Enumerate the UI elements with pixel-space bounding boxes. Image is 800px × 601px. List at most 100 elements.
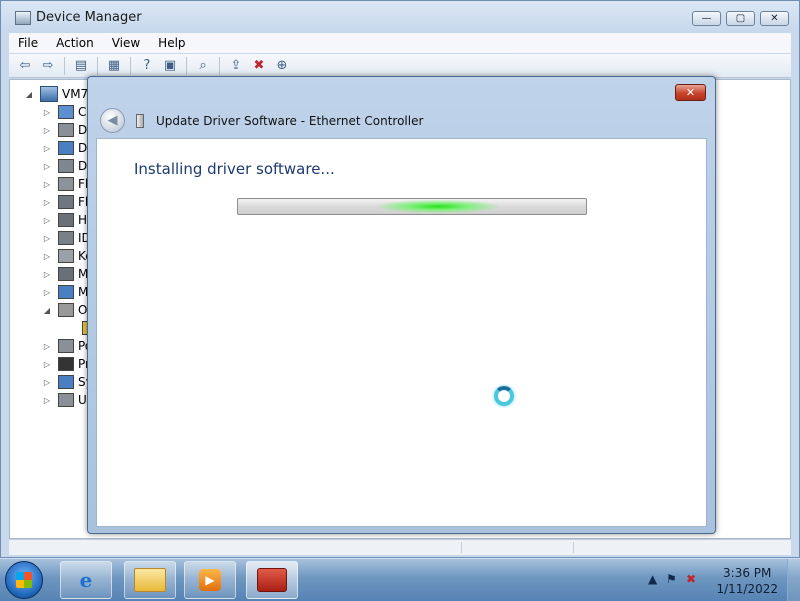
toolbar-separator: [186, 56, 187, 75]
device-category-icon: [58, 159, 74, 173]
device-category-icon: [58, 105, 74, 119]
clock-date: 1/11/2022: [716, 582, 778, 596]
device-manager-icon: [15, 11, 31, 25]
tree-item[interactable]: ▷ Sy: [42, 374, 93, 390]
expander-icon[interactable]: ▷: [42, 198, 52, 207]
status-bar: [9, 539, 791, 555]
scan-icon[interactable]: ⌕: [193, 57, 213, 75]
tree-root[interactable]: ◢ VM7-: [24, 86, 93, 102]
dialog-title: Update Driver Software - Ethernet Contro…: [156, 114, 424, 128]
device-category-icon: [58, 177, 74, 191]
expander-icon[interactable]: ▷: [42, 234, 52, 243]
expander-icon[interactable]: ▷: [42, 180, 52, 189]
media-player-icon[interactable]: ▶: [184, 561, 236, 599]
expander-icon[interactable]: ▷: [42, 144, 52, 153]
console-tree-icon[interactable]: ▤: [71, 57, 91, 75]
expander-icon[interactable]: ◢: [42, 306, 52, 315]
device-category-icon: [58, 375, 74, 389]
tree-item[interactable]: ▷ Di: [42, 140, 91, 156]
expander-icon[interactable]: ▷: [42, 396, 52, 405]
close-button[interactable]: ✕: [760, 11, 789, 26]
device-category-icon: [58, 123, 74, 137]
back-icon[interactable]: ⇦: [15, 57, 35, 75]
device-category-icon: [58, 267, 74, 281]
dialog-body: Installing driver software...: [96, 138, 707, 527]
window-title: Device Manager: [36, 10, 142, 25]
properties-icon[interactable]: ▦: [104, 57, 124, 75]
maximize-button[interactable]: ▢: [726, 11, 755, 26]
uninstall-icon[interactable]: ✖: [249, 57, 269, 75]
status-divider: [461, 542, 462, 553]
expander-icon[interactable]: ▷: [42, 162, 52, 171]
device-manager-toolbox-icon[interactable]: [246, 561, 298, 599]
status-divider: [573, 542, 574, 553]
toolbar-separator: [130, 56, 131, 75]
device-category-icon: [58, 339, 74, 353]
details-icon[interactable]: ▣: [160, 57, 180, 75]
start-button[interactable]: [5, 561, 43, 599]
taskbar: e ▶ ▲ ⚑ ✖ 3:36 PM 1/11/2022: [0, 558, 800, 601]
device-category-icon: [58, 231, 74, 245]
tree-item[interactable]: ▷ Pr: [42, 356, 90, 372]
dialog-close-button[interactable]: ✕: [675, 84, 706, 101]
progress-indicator: [378, 200, 498, 213]
windows-explorer-icon[interactable]: [124, 561, 176, 599]
tree-item[interactable]: ◢ Ot: [42, 302, 92, 318]
tree-item[interactable]: ▷ Po: [42, 338, 92, 354]
menu-action[interactable]: Action: [47, 36, 103, 50]
tree-item[interactable]: ▷ Ur: [42, 392, 92, 408]
menu-view[interactable]: View: [103, 36, 149, 50]
tree-item[interactable]: ▷ Fl: [42, 176, 88, 192]
enable-icon[interactable]: ⊕: [272, 57, 292, 75]
update-driver-icon[interactable]: ⇪: [226, 57, 246, 75]
system-tray: ▲ ⚑ ✖ 3:36 PM 1/11/2022: [640, 559, 800, 601]
tree-item[interactable]: ▷ Fl: [42, 194, 88, 210]
toolbar-separator: [219, 56, 220, 75]
device-category-icon: [58, 357, 74, 371]
help-icon[interactable]: ?: [137, 57, 157, 75]
menu-file[interactable]: File: [9, 36, 47, 50]
toolbar: ⇦ ⇨ ▤ ▦ ? ▣ ⌕ ⇪ ✖ ⊕: [9, 54, 791, 78]
update-driver-dialog: ✕ ◀ Update Driver Software - Ethernet Co…: [87, 76, 716, 534]
tree-item[interactable]: ▷ M: [42, 284, 88, 300]
toolbar-separator: [97, 56, 98, 75]
tree-item[interactable]: ▷ Ke: [42, 248, 93, 264]
expander-icon[interactable]: ▷: [42, 342, 52, 351]
device-icon: [136, 114, 144, 128]
show-desktop-button[interactable]: [787, 559, 800, 601]
internet-explorer-icon[interactable]: e: [60, 561, 112, 599]
network-error-icon[interactable]: ✖: [686, 572, 696, 586]
toolbar-separator: [64, 56, 65, 75]
show-hidden-icons-icon[interactable]: ▲: [648, 572, 657, 586]
action-center-icon[interactable]: ⚑: [666, 572, 677, 586]
menu-help[interactable]: Help: [149, 36, 194, 50]
tree-item[interactable]: ▷ Di: [42, 122, 91, 138]
menu-bar: File Action View Help: [9, 33, 791, 53]
device-category-icon: [58, 141, 74, 155]
clock[interactable]: 3:36 PM 1/11/2022: [716, 565, 778, 597]
expander-icon[interactable]: ▷: [42, 252, 52, 261]
expander-icon[interactable]: ▷: [42, 216, 52, 225]
back-arrow-icon[interactable]: ◀: [100, 108, 125, 133]
device-category-icon: [58, 213, 74, 227]
expander-icon[interactable]: ▷: [42, 378, 52, 387]
tree-item[interactable]: ▷ ID: [42, 230, 91, 246]
expander-icon[interactable]: ▷: [42, 288, 52, 297]
minimize-button[interactable]: —: [692, 11, 721, 26]
device-category-icon: [58, 195, 74, 209]
expander-icon[interactable]: ▷: [42, 108, 52, 117]
collapse-icon[interactable]: ◢: [24, 90, 34, 99]
expander-icon[interactable]: ▷: [42, 126, 52, 135]
window-controls: — ▢ ✕: [692, 11, 789, 26]
title-bar[interactable]: Device Manager — ▢ ✕: [1, 1, 799, 33]
device-category-icon: [58, 285, 74, 299]
clock-time: 3:36 PM: [723, 566, 772, 580]
tree-item[interactable]: ▷ M: [42, 266, 88, 282]
expander-icon[interactable]: ▷: [42, 270, 52, 279]
busy-cursor-icon: [494, 386, 514, 406]
tree-item[interactable]: ▷ Co: [42, 104, 94, 120]
device-category-icon: [58, 303, 74, 317]
expander-icon[interactable]: ▷: [42, 360, 52, 369]
device-category-icon: [58, 393, 74, 407]
forward-icon[interactable]: ⇨: [38, 57, 58, 75]
